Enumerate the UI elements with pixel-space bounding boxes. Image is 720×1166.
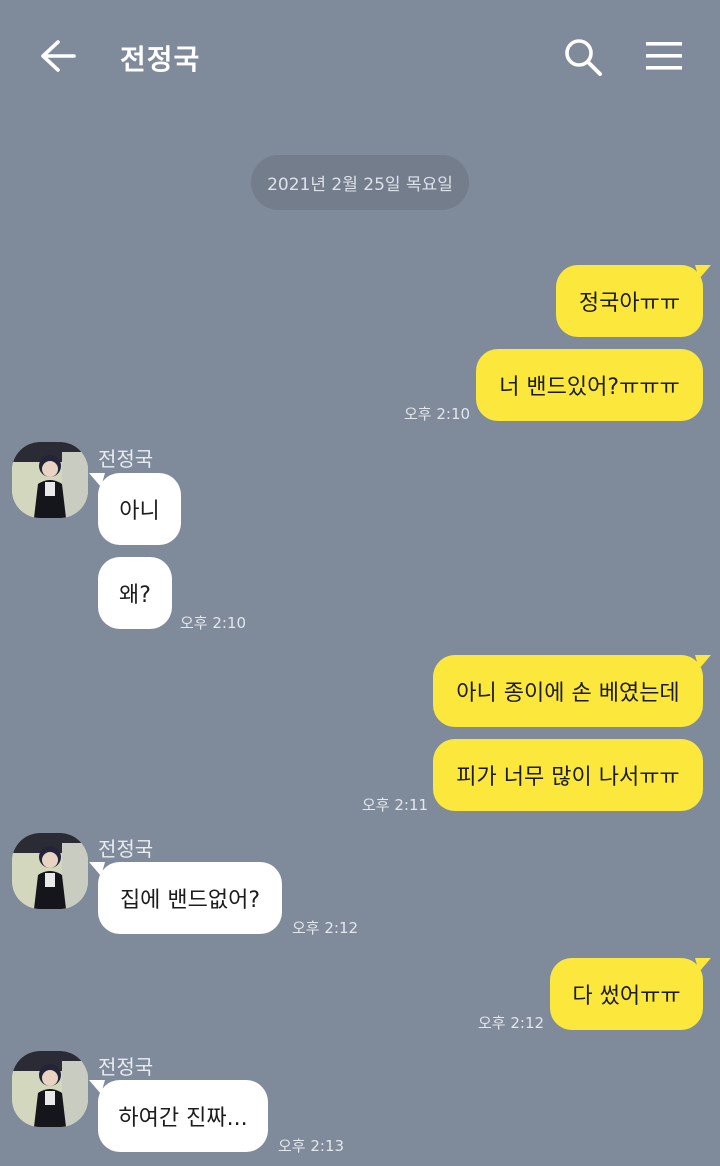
- message-timestamp: 오후 2:10: [180, 614, 247, 632]
- bubble-tail: [695, 265, 711, 279]
- message-bubble-sent[interactable]: 피가 너무 많이 나서ㅠㅠ: [433, 739, 703, 811]
- bubble-tail: [695, 958, 711, 972]
- message-bubble-received[interactable]: 아니: [89, 473, 181, 545]
- arrow-left-icon[interactable]: [38, 38, 78, 74]
- contact-avatar[interactable]: [12, 833, 88, 909]
- search-icon[interactable]: [562, 36, 604, 78]
- bubble-tail: [89, 1080, 105, 1094]
- contact-avatar[interactable]: [12, 1051, 88, 1127]
- message-bubble-sent[interactable]: 아니 종이에 손 베였는데: [433, 655, 711, 727]
- message-timestamp: 오후 2:10: [404, 405, 471, 423]
- avatar-photo: [12, 442, 88, 518]
- message-text: 정국아ㅠㅠ: [578, 291, 681, 316]
- message-timestamp: 오후 2:12: [292, 919, 359, 937]
- message-bubble-sent[interactable]: 다 썼어ㅠㅠ: [550, 958, 711, 1030]
- chat-title: 전정국: [120, 43, 201, 76]
- sender-name: 전정국: [98, 447, 154, 471]
- message-timestamp: 오후 2:13: [278, 1137, 345, 1155]
- sender-name: 전정국: [98, 837, 154, 861]
- message-text: 다 썼어ㅠㅠ: [572, 984, 681, 1009]
- bubble-tail: [89, 473, 105, 487]
- bubble-tail: [89, 862, 105, 876]
- message-text: 아니: [119, 499, 160, 524]
- date-divider: 2021년 2월 25일 목요일: [251, 155, 469, 210]
- message-text: 집에 밴드없어?: [119, 888, 261, 913]
- message-bubble-sent[interactable]: 너 밴드있어?ㅠㅠㅠ: [476, 349, 703, 421]
- hamburger-menu-icon[interactable]: [644, 40, 684, 72]
- chat-screen: 전정국 2021년 2월 25일 목요일 정국아ㅠㅠ 너 밴드있어?ㅠㅠㅠ 오후…: [0, 0, 720, 1166]
- sender-name: 전정국: [98, 1055, 154, 1079]
- message-text: 아니 종이에 손 베였는데: [456, 681, 680, 706]
- avatar-photo: [12, 1051, 88, 1127]
- message-bubble-received[interactable]: 하여간 진짜...: [89, 1080, 268, 1152]
- bubble-tail: [695, 655, 711, 669]
- message-bubble-sent[interactable]: 정국아ㅠㅠ: [556, 265, 711, 337]
- avatar-photo: [12, 833, 88, 909]
- message-text: 피가 너무 많이 나서ㅠㅠ: [456, 765, 680, 790]
- contact-avatar[interactable]: [12, 442, 88, 518]
- message-text: 하여간 진짜...: [118, 1106, 248, 1131]
- message-bubble-received[interactable]: 집에 밴드없어?: [89, 862, 282, 934]
- message-text: 너 밴드있어?ㅠㅠㅠ: [499, 375, 680, 400]
- message-bubble-received[interactable]: 왜?: [98, 557, 172, 629]
- message-timestamp: 오후 2:11: [362, 796, 429, 814]
- message-timestamp: 오후 2:12: [478, 1014, 545, 1032]
- message-text: 왜?: [119, 583, 151, 608]
